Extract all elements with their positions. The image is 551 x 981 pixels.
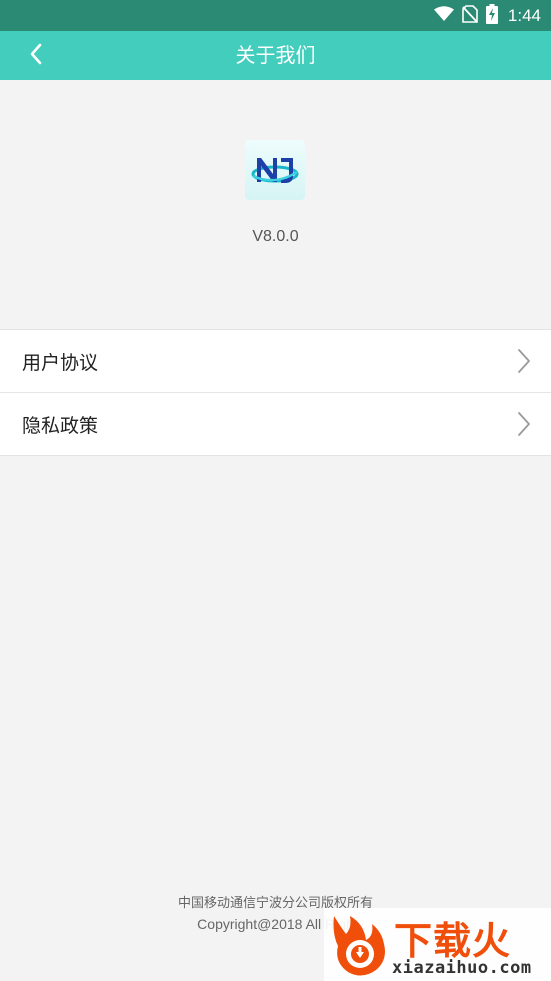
no-sim-icon: [462, 4, 478, 27]
menu-item-user-agreement[interactable]: 用户协议: [0, 330, 551, 392]
app-bar: 关于我们: [0, 31, 551, 80]
chevron-right-icon: [518, 349, 530, 373]
back-button[interactable]: [14, 38, 58, 74]
menu-item-label: 隐私政策: [22, 414, 99, 437]
chevron-left-icon: [29, 43, 43, 69]
app-logo: [245, 140, 305, 200]
menu-item-privacy-policy[interactable]: 隐私政策: [0, 392, 551, 455]
status-time: 1:44: [507, 5, 541, 25]
app-version: V8.0.0: [252, 228, 299, 245]
about-menu: 用户协议 隐私政策: [0, 329, 551, 456]
page-title: 关于我们: [235, 43, 316, 67]
watermark-domain: xiazaihuo.com: [392, 958, 532, 978]
wifi-icon: [433, 5, 454, 26]
app-logo-icon: [251, 158, 299, 183]
flame-logo-icon: [333, 916, 385, 976]
watermark-brand: 下载火: [394, 919, 512, 963]
battery-charging-icon: [485, 3, 498, 28]
menu-item-label: 用户协议: [22, 351, 99, 374]
chevron-right-icon: [518, 412, 530, 436]
status-bar: 1:44: [0, 0, 551, 31]
watermark: 下载火 xiazaihuo.com: [324, 908, 551, 981]
status-icons: 1:44: [433, 0, 541, 31]
